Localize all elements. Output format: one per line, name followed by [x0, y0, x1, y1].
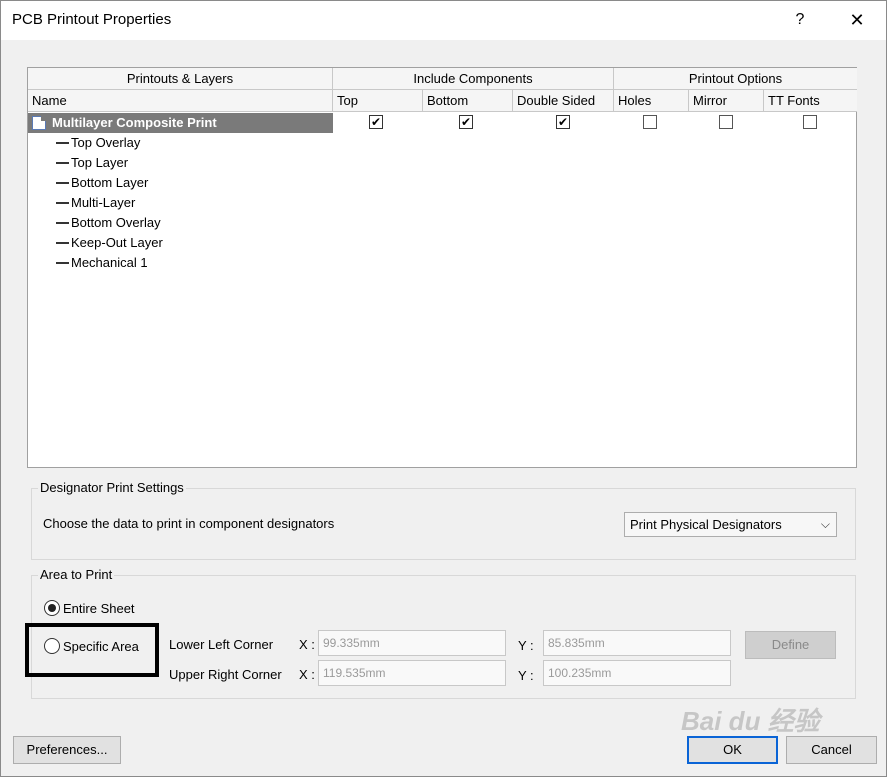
upper-right-y-field[interactable]: 100.235mm — [543, 660, 731, 686]
layer-dash-icon — [56, 142, 69, 144]
lower-left-x-field[interactable]: 99.335mm — [318, 630, 506, 656]
column-bottom[interactable]: Bottom — [423, 90, 513, 112]
header-printouts-layers: Printouts & Layers — [28, 68, 333, 90]
upper-right-x-field[interactable]: 119.535mm — [318, 660, 506, 686]
header-printout-options: Printout Options — [614, 68, 857, 90]
layer-dash-icon — [56, 242, 69, 244]
checkbox-double-sided[interactable]: ✔ — [556, 115, 570, 129]
upper-right-corner-label: Upper Right Corner — [169, 667, 282, 682]
define-button[interactable]: Define — [745, 631, 836, 659]
entire-sheet-radio[interactable] — [44, 600, 60, 616]
layer-dash-icon — [56, 182, 69, 184]
header-include-components: Include Components — [333, 68, 614, 90]
watermark-logo: Bai du 经验 — [681, 706, 820, 736]
title-bar: PCB Printout Properties ? ✕ — [1, 1, 886, 40]
preferences-button[interactable]: Preferences... — [13, 736, 121, 764]
column-mirror[interactable]: Mirror — [689, 90, 764, 112]
upper-right-x-label: X : — [299, 667, 315, 682]
lower-left-y-label: Y : — [518, 638, 534, 653]
checkbox-tt-fonts[interactable] — [803, 115, 817, 129]
column-tt-fonts[interactable]: TT Fonts — [764, 90, 857, 112]
lower-left-corner-label: Lower Left Corner — [169, 637, 274, 652]
lower-left-x-label: X : — [299, 637, 315, 652]
dialog-title: PCB Printout Properties — [12, 11, 172, 28]
layer-label: Top Layer — [71, 155, 129, 170]
layer-label: Bottom Overlay — [71, 215, 161, 230]
layer-label: Bottom Layer — [71, 175, 149, 190]
checkbox-top[interactable]: ✔ — [369, 115, 383, 129]
entire-sheet-label[interactable]: Entire Sheet — [63, 601, 135, 616]
ok-button[interactable]: OK — [687, 736, 778, 764]
cancel-button[interactable]: Cancel — [786, 736, 877, 764]
close-icon[interactable]: ✕ — [844, 7, 870, 33]
lower-left-y-field[interactable]: 85.835mm — [543, 630, 731, 656]
checkbox-holes[interactable] — [643, 115, 657, 129]
column-name[interactable]: Name — [28, 90, 333, 112]
column-holes[interactable]: Holes — [614, 90, 689, 112]
layer-dash-icon — [56, 162, 69, 164]
layer-label: Top Overlay — [71, 135, 141, 150]
dialog-window: PCB Printout Properties ? ✕ Printouts & … — [0, 0, 887, 777]
document-icon — [32, 116, 46, 130]
annotation-highlight-box — [25, 623, 159, 677]
tree-root-row[interactable]: Multilayer Composite Print — [28, 113, 333, 133]
designator-prompt: Choose the data to print in component de… — [43, 516, 335, 531]
designator-settings-legend: Designator Print Settings — [38, 480, 186, 495]
layer-label: Keep-Out Layer — [71, 235, 163, 250]
help-icon[interactable]: ? — [789, 7, 811, 33]
layer-dash-icon — [56, 262, 69, 264]
area-to-print-legend: Area to Print — [38, 567, 115, 582]
upper-right-y-label: Y : — [518, 668, 534, 683]
layer-label: Mechanical 1 — [71, 255, 148, 270]
chevron-down-icon: ⌵ — [820, 517, 830, 531]
column-top[interactable]: Top — [333, 90, 423, 112]
layer-dash-icon — [56, 222, 69, 224]
layer-label: Multi-Layer — [71, 195, 136, 210]
designator-dropdown[interactable]: Print Physical Designators ⌵ — [624, 512, 837, 537]
tree-root-label: Multilayer Composite Print — [52, 115, 217, 130]
checkbox-mirror[interactable] — [719, 115, 733, 129]
layer-dash-icon — [56, 202, 69, 204]
printouts-layers-grid: Printouts & Layers Include Components Pr… — [27, 67, 857, 468]
checkbox-bottom[interactable]: ✔ — [459, 115, 473, 129]
column-double-sided[interactable]: Double Sided — [513, 90, 614, 112]
designator-dropdown-value: Print Physical Designators — [630, 517, 782, 532]
